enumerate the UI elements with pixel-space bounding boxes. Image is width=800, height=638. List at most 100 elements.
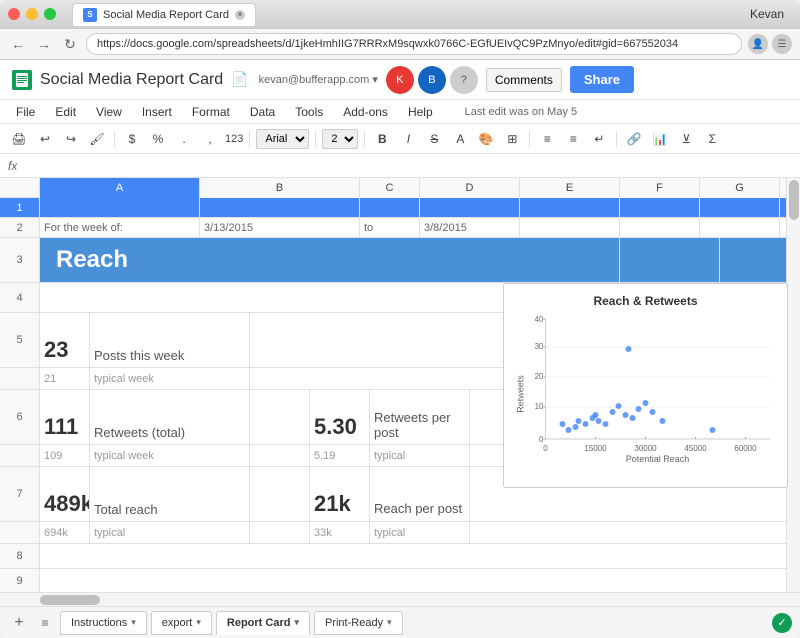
tab-instructions[interactable]: Instructions ▾ xyxy=(60,611,147,635)
cell-c1[interactable] xyxy=(360,198,420,217)
h-scrollbar-thumb[interactable] xyxy=(40,595,100,605)
row-number-1[interactable]: 1 xyxy=(0,198,40,217)
cell-a6b[interactable]: 109 xyxy=(40,445,90,466)
cell-b6[interactable]: Retweets (total) xyxy=(90,390,250,444)
tab-print-ready-dropdown[interactable]: ▾ xyxy=(387,617,392,628)
reach-heading[interactable]: Reach xyxy=(40,238,620,282)
cell-f2[interactable] xyxy=(620,218,700,237)
row-number-8[interactable]: 8 xyxy=(0,544,40,568)
decimal-icon[interactable]: . xyxy=(173,128,195,150)
cell-a1[interactable] xyxy=(40,198,200,217)
cell-d2[interactable]: 3/8/2015 xyxy=(420,218,520,237)
minimize-button[interactable] xyxy=(26,8,38,20)
cell-b2[interactable]: 3/13/2015 xyxy=(200,218,360,237)
font-size-selector[interactable]: 24 xyxy=(322,129,358,149)
print-icon[interactable]: 🖨 xyxy=(8,128,30,150)
cell-d1[interactable] xyxy=(420,198,520,217)
currency-icon[interactable]: $ xyxy=(121,128,143,150)
align-left-icon[interactable]: ≡ xyxy=(536,128,558,150)
menu-help[interactable]: Help xyxy=(400,103,441,121)
menu-file[interactable]: File xyxy=(8,103,43,121)
cell-a8[interactable] xyxy=(40,544,800,568)
font-selector[interactable]: Arial xyxy=(256,129,309,149)
cell-e1[interactable] xyxy=(520,198,620,217)
chart-icon[interactable]: 📊 xyxy=(649,128,671,150)
row-number-7[interactable]: 7 xyxy=(0,467,40,521)
cell-d7b[interactable]: 33k xyxy=(310,522,370,543)
sheet-list-button[interactable]: ≡ xyxy=(34,612,56,634)
italic-icon[interactable]: I xyxy=(397,128,419,150)
undo-icon[interactable]: ↩ xyxy=(34,128,56,150)
row-number-4[interactable]: 4 xyxy=(0,283,40,312)
close-button[interactable] xyxy=(8,8,20,20)
cell-c7[interactable] xyxy=(250,467,310,521)
redo-icon[interactable]: ↪ xyxy=(60,128,82,150)
cell-e6[interactable]: Retweets per post xyxy=(370,390,470,444)
menu-icon[interactable]: ☰ xyxy=(772,34,792,54)
cell-f1[interactable] xyxy=(620,198,700,217)
text-color-icon[interactable]: A xyxy=(449,128,471,150)
function-icon[interactable]: Σ xyxy=(701,128,723,150)
cell-b7b[interactable]: typical xyxy=(90,522,250,543)
col-header-b[interactable]: B xyxy=(200,178,360,198)
bold-icon[interactable]: B xyxy=(371,128,393,150)
col-header-e[interactable]: E xyxy=(520,178,620,198)
menu-edit[interactable]: Edit xyxy=(47,103,84,121)
cell-c2[interactable]: to xyxy=(360,218,420,237)
cell-b1[interactable] xyxy=(200,198,360,217)
back-button[interactable]: ← xyxy=(8,34,28,54)
cell-d6b[interactable]: 5.19 xyxy=(310,445,370,466)
cell-c7b[interactable] xyxy=(250,522,310,543)
borders-icon[interactable]: ⊞ xyxy=(501,128,523,150)
cell-a5[interactable]: 23 xyxy=(40,313,90,367)
filter-icon[interactable]: ⊻ xyxy=(675,128,697,150)
cell-e7[interactable]: Reach per post xyxy=(370,467,470,521)
cell-a2[interactable]: For the week of: xyxy=(40,218,200,237)
cell-h3[interactable] xyxy=(620,238,720,282)
menu-view[interactable]: View xyxy=(88,103,130,121)
cell-b5[interactable]: Posts this week xyxy=(90,313,250,367)
cell-a7b[interactable]: 694k xyxy=(40,522,90,543)
cell-g2[interactable] xyxy=(700,218,780,237)
cell-b5b[interactable]: typical week xyxy=(90,368,250,389)
tab-close-button[interactable]: × xyxy=(235,10,245,20)
cell-g1[interactable] xyxy=(700,198,780,217)
fill-color-icon[interactable]: 🎨 xyxy=(475,128,497,150)
decimal-icon-2[interactable]: , xyxy=(199,128,221,150)
tab-report-card[interactable]: Report Card ▾ xyxy=(216,611,310,635)
wrap-icon[interactable]: ↵ xyxy=(588,128,610,150)
cell-c6[interactable] xyxy=(250,390,310,444)
paint-format-icon[interactable]: 🖌 xyxy=(86,128,108,150)
cell-a7[interactable]: 489k xyxy=(40,467,90,521)
menu-tools[interactable]: Tools xyxy=(287,103,331,121)
url-input[interactable]: https://docs.google.com/spreadsheets/d/1… xyxy=(86,33,742,55)
cell-e6b[interactable]: typical xyxy=(370,445,470,466)
refresh-button[interactable]: ↻ xyxy=(60,34,80,54)
row-number-5[interactable]: 5 xyxy=(0,313,40,367)
user-avatar-icon[interactable]: 👤 xyxy=(748,34,768,54)
share-button[interactable]: Share xyxy=(570,66,634,93)
link-icon[interactable]: 🔗 xyxy=(623,128,645,150)
cell-f7b[interactable] xyxy=(470,522,800,543)
row-number-6[interactable]: 6 xyxy=(0,390,40,444)
menu-format[interactable]: Format xyxy=(184,103,238,121)
col-header-a[interactable]: A xyxy=(40,178,200,198)
col-header-c[interactable]: C xyxy=(360,178,420,198)
scrollbar-thumb[interactable] xyxy=(789,180,799,220)
percent-icon[interactable]: % xyxy=(147,128,169,150)
maximize-button[interactable] xyxy=(44,8,56,20)
cell-b6b[interactable]: typical week xyxy=(90,445,250,466)
tab-instructions-dropdown[interactable]: ▾ xyxy=(131,617,136,628)
row-number-3[interactable]: 3 xyxy=(0,238,40,282)
cell-e7b[interactable]: typical xyxy=(370,522,470,543)
forward-button[interactable]: → xyxy=(34,34,54,54)
cell-a6[interactable]: 111 xyxy=(40,390,90,444)
tab-export[interactable]: export ▾ xyxy=(151,611,212,635)
strikethrough-icon[interactable]: S xyxy=(423,128,445,150)
tab-report-card-dropdown[interactable]: ▾ xyxy=(294,617,299,628)
align-center-icon[interactable]: ≡ xyxy=(562,128,584,150)
row-number-2[interactable]: 2 xyxy=(0,218,40,237)
cell-d7[interactable]: 21k xyxy=(310,467,370,521)
horizontal-scrollbar[interactable] xyxy=(0,592,800,606)
col-header-g[interactable]: G xyxy=(700,178,780,198)
